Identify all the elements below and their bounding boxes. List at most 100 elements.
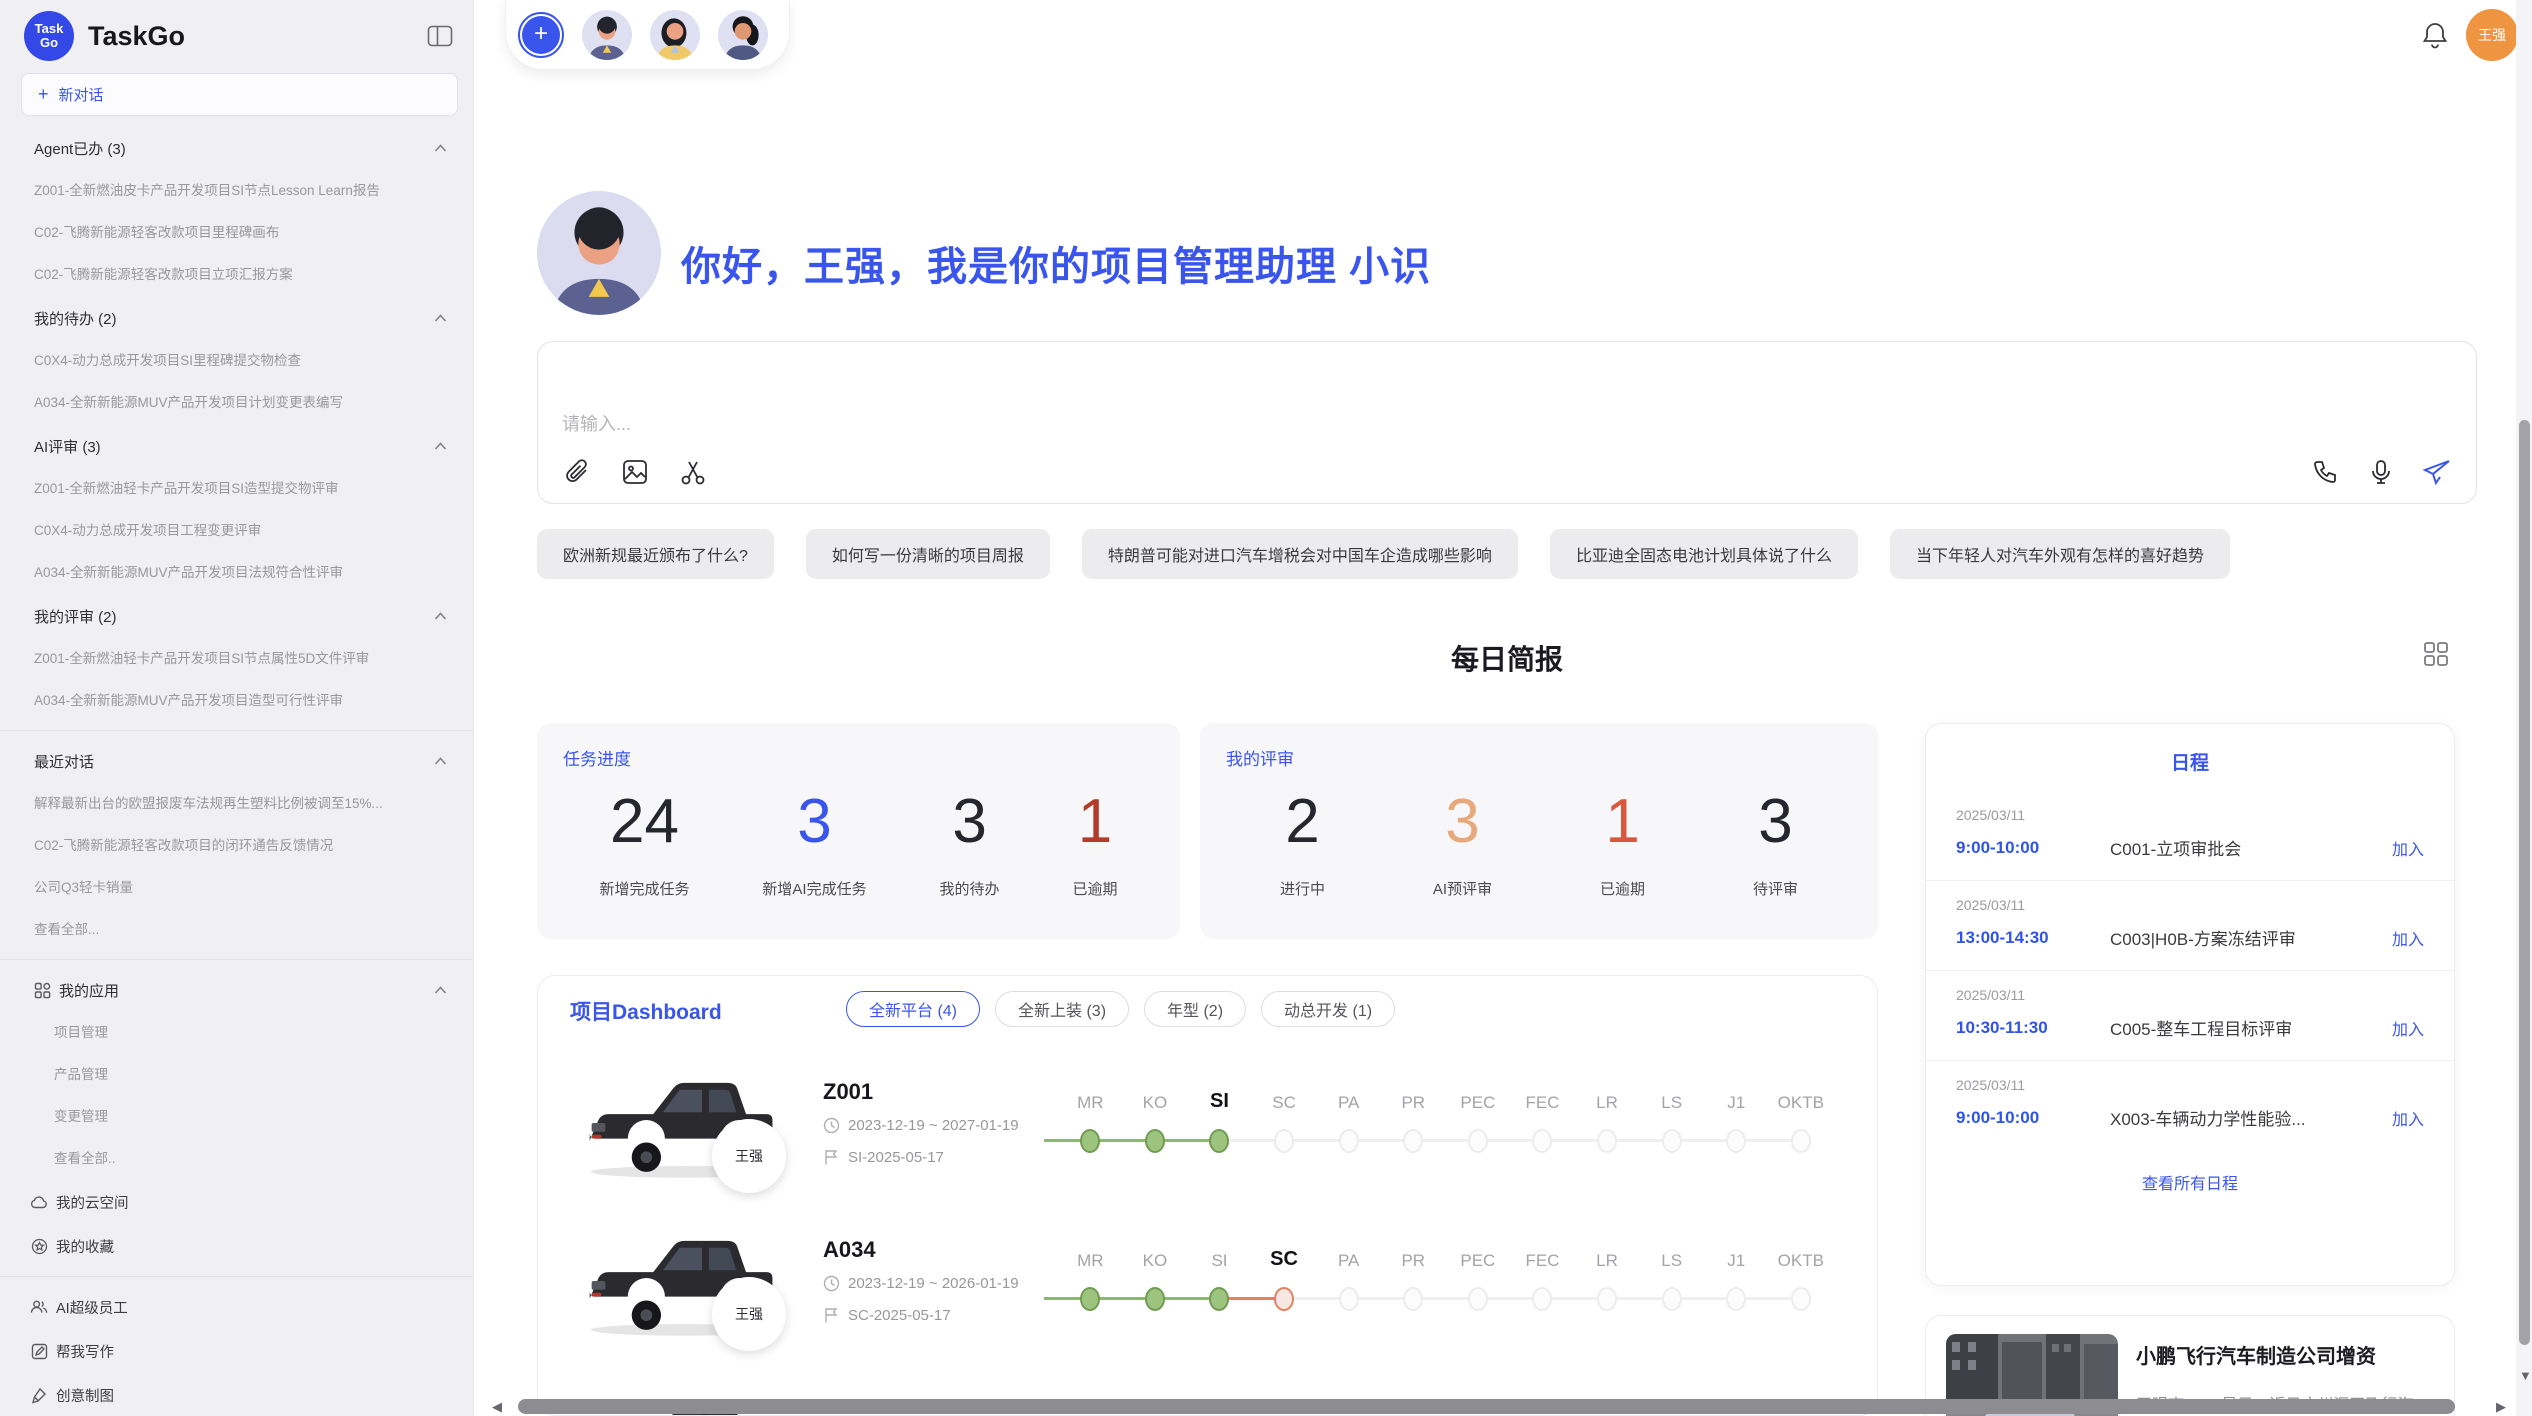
attach-file-icon[interactable] xyxy=(560,455,594,489)
attach-image-icon[interactable] xyxy=(618,455,652,489)
milestone-dot[interactable] xyxy=(1791,1129,1811,1153)
sidebar-section-header[interactable]: 我的待办 (2) xyxy=(0,296,474,340)
dashboard-tab[interactable]: 年型 (2) xyxy=(1144,991,1246,1027)
session-avatar-1[interactable] xyxy=(582,10,632,60)
sidebar-item-help-me-write[interactable]: 帮我写作 xyxy=(0,1329,474,1373)
dashboard-tab[interactable]: 全新上装 (3) xyxy=(995,991,1129,1027)
milestone-dot[interactable] xyxy=(1597,1287,1617,1311)
session-avatar-2[interactable] xyxy=(650,10,700,60)
milestone-dot[interactable] xyxy=(1209,1129,1229,1153)
milestone-dot[interactable] xyxy=(1403,1129,1423,1153)
milestone-dot[interactable] xyxy=(1080,1129,1100,1153)
dashboard-tab[interactable]: 全新平台 (4) xyxy=(846,991,980,1027)
link-label: 我的云空间 xyxy=(56,1192,129,1213)
sidebar-item[interactable]: 项目管理 xyxy=(0,1012,474,1054)
join-meeting-link[interactable]: 加入 xyxy=(2392,836,2424,860)
milestone-dot[interactable] xyxy=(1662,1129,1682,1153)
hscroll-right-arrow[interactable]: ▶ xyxy=(2496,1399,2506,1414)
sidebar-item[interactable]: C02-飞腾新能源轻客改款项目立项汇报方案 xyxy=(0,254,474,296)
apps-icon xyxy=(34,982,51,999)
schedule-time: 9:00-10:00 xyxy=(1956,1108,2086,1128)
sidebar-item-cloud-space[interactable]: 我的云空间 xyxy=(0,1180,474,1224)
dashboard-tab[interactable]: 动总开发 (1) xyxy=(1261,991,1395,1027)
horizontal-scrollbar[interactable] xyxy=(518,1399,2455,1414)
sidebar-section-header[interactable]: 最近对话 xyxy=(0,739,474,783)
notification-bell-icon[interactable] xyxy=(2420,20,2450,50)
sidebar-item[interactable]: 查看全部... xyxy=(0,909,474,951)
chat-input-box[interactable]: 请输入... xyxy=(537,341,2477,504)
vertical-scrollbar[interactable] xyxy=(2519,420,2530,1345)
snippet-scissors-icon[interactable] xyxy=(676,455,710,489)
join-meeting-link[interactable]: 加入 xyxy=(2392,1016,2424,1040)
milestone-dot[interactable] xyxy=(1532,1129,1552,1153)
sidebar-item-ai-super-staff[interactable]: AI超级员工 xyxy=(0,1285,474,1329)
sidebar-item[interactable]: 查看全部.. xyxy=(0,1138,474,1180)
milestone-dot[interactable] xyxy=(1145,1287,1165,1311)
milestone-dot[interactable] xyxy=(1726,1287,1746,1311)
sidebar-item[interactable]: A034-全新新能源MUV产品开发项目造型可行性评审 xyxy=(0,680,474,722)
sidebar-item[interactable]: C02-飞腾新能源轻客改款项目里程碑画布 xyxy=(0,212,474,254)
sidebar-item-creative-drawing[interactable]: 创意制图 xyxy=(0,1373,474,1416)
link-label: 创意制图 xyxy=(56,1385,114,1406)
milestone-dot[interactable] xyxy=(1403,1287,1423,1311)
chevron-up-icon[interactable] xyxy=(433,611,448,621)
sidebar-item[interactable]: A034-全新新能源MUV产品开发项目计划变更表编写 xyxy=(0,382,474,424)
sidebar-item-favorites[interactable]: 我的收藏 xyxy=(0,1224,474,1268)
join-meeting-link[interactable]: 加入 xyxy=(2392,926,2424,950)
sidebar-section-header[interactable]: Agent已办 (3) xyxy=(0,126,474,170)
milestone-dot[interactable] xyxy=(1339,1129,1359,1153)
milestone-dot[interactable] xyxy=(1791,1287,1811,1311)
sidebar-item[interactable]: C02-飞腾新能源轻客改款项目的闭环通告反馈情况 xyxy=(0,825,474,867)
milestone-dot[interactable] xyxy=(1080,1287,1100,1311)
milestone-dot[interactable] xyxy=(1274,1287,1294,1311)
sidebar-section-header[interactable]: 我的应用 xyxy=(0,968,474,1012)
suggestion-chip[interactable]: 如何写一份清晰的项目周报 xyxy=(806,529,1050,579)
voice-call-icon[interactable] xyxy=(2308,455,2342,489)
milestone-dot[interactable] xyxy=(1597,1129,1617,1153)
suggestion-chip[interactable]: 当下年轻人对汽车外观有怎样的喜好趋势 xyxy=(1890,529,2230,579)
join-meeting-link[interactable]: 加入 xyxy=(2392,1106,2424,1130)
milestone-dot[interactable] xyxy=(1274,1129,1294,1153)
sidebar-collapse-icon[interactable] xyxy=(425,23,455,49)
chevron-up-icon[interactable] xyxy=(433,313,448,323)
send-icon[interactable] xyxy=(2420,455,2454,489)
suggestion-chip[interactable]: 欧洲新规最近颁布了什么? xyxy=(537,529,774,579)
sidebar-item[interactable]: Z001-全新燃油轻卡产品开发项目SI造型提交物评审 xyxy=(0,468,474,510)
milestone-dot[interactable] xyxy=(1209,1287,1229,1311)
microphone-icon[interactable] xyxy=(2364,455,2398,489)
vscroll-down-arrow[interactable]: ▼ xyxy=(2519,1368,2532,1383)
sidebar-item[interactable]: C0X4-动力总成开发项目SI里程碑提交物检查 xyxy=(0,340,474,382)
milestone-dot[interactable] xyxy=(1468,1287,1488,1311)
sidebar-item[interactable]: 公司Q3轻卡销量 xyxy=(0,867,474,909)
sidebar: Task Go TaskGo + 新对话 Agent已办 (3)Z001-全新燃… xyxy=(0,0,474,1416)
sidebar-item[interactable]: A034-全新新能源MUV产品开发项目法规符合性评审 xyxy=(0,552,474,594)
milestone-dot[interactable] xyxy=(1339,1287,1359,1311)
sidebar-item[interactable]: 解释最新出台的欧盟报废车法规再生塑料比例被调至15%... xyxy=(0,783,474,825)
milestone-dot[interactable] xyxy=(1726,1129,1746,1153)
hscroll-left-arrow[interactable]: ◀ xyxy=(492,1399,502,1414)
user-avatar[interactable]: 王强 xyxy=(2466,9,2518,61)
milestone-dot[interactable] xyxy=(1468,1129,1488,1153)
briefing-layout-icon[interactable] xyxy=(2422,640,2450,668)
sidebar-section-header[interactable]: AI评审 (3) xyxy=(0,424,474,468)
new-chat-button[interactable]: + 新对话 xyxy=(21,73,458,116)
chevron-up-icon[interactable] xyxy=(433,756,448,766)
chevron-up-icon[interactable] xyxy=(433,441,448,451)
sidebar-item[interactable]: 产品管理 xyxy=(0,1054,474,1096)
sidebar-item[interactable]: Z001-全新燃油皮卡产品开发项目SI节点Lesson Learn报告 xyxy=(0,170,474,212)
milestone-dot[interactable] xyxy=(1532,1287,1552,1311)
chevron-up-icon[interactable] xyxy=(433,143,448,153)
milestone-dot[interactable] xyxy=(1662,1287,1682,1311)
task-progress-card-title: 任务进度 xyxy=(563,745,1154,770)
milestone-dot[interactable] xyxy=(1145,1129,1165,1153)
add-session-button[interactable]: + xyxy=(518,12,564,58)
suggestion-chip[interactable]: 特朗普可能对进口汽车增税会对中国车企造成哪些影响 xyxy=(1082,529,1518,579)
sidebar-item[interactable]: 变更管理 xyxy=(0,1096,474,1138)
suggestion-chip[interactable]: 比亚迪全固态电池计划具体说了什么 xyxy=(1550,529,1858,579)
sidebar-item[interactable]: C0X4-动力总成开发项目工程变更评审 xyxy=(0,510,474,552)
sidebar-item[interactable]: Z001-全新燃油轻卡产品开发项目SI节点属性5D文件评审 xyxy=(0,638,474,680)
chevron-up-icon[interactable] xyxy=(433,985,448,995)
view-all-schedule-link[interactable]: 查看所有日程 xyxy=(1926,1170,2454,1194)
sidebar-section-header[interactable]: 我的评审 (2) xyxy=(0,594,474,638)
session-avatar-3[interactable] xyxy=(718,10,768,60)
